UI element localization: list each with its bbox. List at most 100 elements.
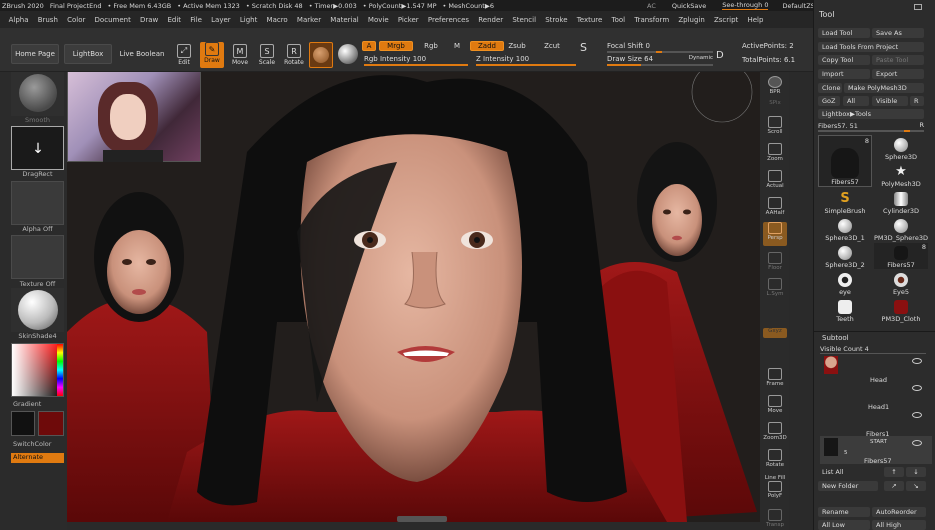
move-down-icon[interactable]: ↓ xyxy=(906,467,926,477)
goz-all-button[interactable]: All xyxy=(843,96,869,106)
material-slot[interactable] xyxy=(11,288,64,332)
see-through-slider[interactable]: See-through 0 xyxy=(722,1,769,10)
paste-tool-button[interactable]: Paste Tool xyxy=(872,55,924,65)
tool-sphere3d-2[interactable]: Sphere3D_2 xyxy=(818,243,872,269)
home-page-button[interactable]: Home Page xyxy=(11,44,59,64)
material-sphere-icon[interactable] xyxy=(338,44,358,64)
alternate-button[interactable]: Alternate xyxy=(11,453,64,463)
menu-marker[interactable]: Marker xyxy=(292,16,325,24)
all-low-button[interactable]: All Low xyxy=(818,520,870,530)
eye-visibility-icon[interactable] xyxy=(912,385,922,391)
subtool-row-fibers57-selected[interactable]: START 5 Fibers57 xyxy=(820,436,932,465)
menu-light[interactable]: Light xyxy=(235,16,262,24)
rotate-view-button[interactable]: Rotate xyxy=(763,449,787,473)
menu-macro[interactable]: Macro xyxy=(262,16,292,24)
lightbox-button[interactable]: LightBox xyxy=(64,44,112,64)
menu-brush[interactable]: Brush xyxy=(33,16,62,24)
floor-button[interactable]: Floor xyxy=(763,252,787,276)
gradient-label[interactable]: Gradient xyxy=(11,400,64,408)
tool-simplebrush[interactable]: S SimpleBrush xyxy=(818,189,872,216)
frame-button[interactable]: Frame xyxy=(763,368,787,392)
menu-document[interactable]: Document xyxy=(90,16,135,24)
secondary-color-swatch[interactable] xyxy=(38,411,64,436)
lightbox-tools-button[interactable]: Lightbox▶Tools xyxy=(818,109,924,119)
draw-size-slider[interactable]: Draw Size 64 Dynamic xyxy=(607,55,713,66)
menu-alpha[interactable]: Alpha xyxy=(4,16,33,24)
tool-teeth[interactable]: Teeth xyxy=(818,297,872,323)
zadd-button[interactable]: Zadd xyxy=(470,41,504,51)
tool-polymesh3d[interactable]: ★ PolyMesh3D xyxy=(874,162,928,189)
arrow-down-right-icon[interactable]: ↘ xyxy=(906,481,926,491)
a-button[interactable]: A xyxy=(362,41,376,51)
arrow-up-right-icon[interactable]: ↗ xyxy=(884,481,904,491)
menu-texture[interactable]: Texture xyxy=(572,16,607,24)
menu-material[interactable]: Material xyxy=(326,16,364,24)
menu-draw[interactable]: Draw xyxy=(135,16,162,24)
linefill-button[interactable]: Line Fill PolyF xyxy=(763,475,787,499)
aahalf-button[interactable]: AAHalf xyxy=(763,197,787,221)
goz-r-button[interactable]: R xyxy=(910,96,924,106)
menu-transform[interactable]: Transform xyxy=(630,16,674,24)
tool-fibers57[interactable]: 8 Fibers57 xyxy=(874,243,928,269)
tool-fibers57-thumb[interactable]: 8 Fibers57 xyxy=(818,135,872,187)
load-from-project-button[interactable]: Load Tools From Project xyxy=(818,42,924,52)
tool-eye[interactable]: eye xyxy=(818,270,872,296)
list-all-button[interactable]: List All xyxy=(818,467,870,477)
menu-picker[interactable]: Picker xyxy=(393,16,423,24)
rgb-intensity-slider[interactable]: Rgb Intensity 100 xyxy=(364,55,468,66)
brush-slot[interactable] xyxy=(11,72,64,116)
menu-render[interactable]: Render xyxy=(474,16,508,24)
live-boolean-button[interactable]: Live Boolean xyxy=(116,44,168,64)
move-view-button[interactable]: Move xyxy=(763,395,787,419)
eye-visibility-icon[interactable] xyxy=(912,412,922,418)
auto-reorder-button[interactable]: AutoReorder xyxy=(872,507,926,517)
zcut-button[interactable]: Zcut xyxy=(540,41,564,51)
move-mode-button[interactable]: M Move xyxy=(228,44,252,68)
actual-button[interactable]: Actual xyxy=(763,170,787,194)
scale-mode-button[interactable]: S Scale xyxy=(255,44,279,68)
save-as-button[interactable]: Save As xyxy=(872,28,924,38)
zoom-button[interactable]: Zoom xyxy=(763,143,787,167)
menu-layer[interactable]: Layer xyxy=(207,16,236,24)
menu-stroke[interactable]: Stroke xyxy=(541,16,573,24)
menu-file[interactable]: File xyxy=(186,16,207,24)
goz-button[interactable]: GoZ xyxy=(818,96,840,106)
transp-button[interactable]: Transp xyxy=(763,509,787,530)
color-picker[interactable] xyxy=(11,343,64,397)
tool-pm3d-cloth[interactable]: PM3D_Cloth xyxy=(874,297,928,323)
copy-tool-button[interactable]: Copy Tool xyxy=(818,55,870,65)
z-intensity-slider[interactable]: Z Intensity 100 xyxy=(476,55,576,66)
menu-edit[interactable]: Edit xyxy=(163,16,186,24)
edit-mode-button[interactable]: ⤢ Edit xyxy=(172,44,196,68)
reference-image[interactable] xyxy=(67,72,201,162)
menu-tool[interactable]: Tool xyxy=(607,16,630,24)
gxyz-button[interactable]: Gxyz xyxy=(763,328,787,338)
tool-cylinder3d[interactable]: Cylinder3D xyxy=(874,189,928,215)
make-polymesh-button[interactable]: Make PolyMesh3D xyxy=(844,83,924,93)
subtool-row-fibers1[interactable]: Fibers1 xyxy=(820,408,932,438)
canvas-viewport[interactable] xyxy=(67,72,760,522)
current-tool-r-button[interactable]: R xyxy=(919,121,924,129)
import-button[interactable]: Import xyxy=(818,69,870,79)
lsym-button[interactable]: L.Sym xyxy=(763,278,787,302)
menu-zplugin[interactable]: Zplugin xyxy=(674,16,710,24)
zsub-button[interactable]: Zsub xyxy=(505,41,529,51)
menu-color[interactable]: Color xyxy=(62,16,89,24)
stroke-slot[interactable]: ↓ xyxy=(11,126,64,170)
menu-movie[interactable]: Movie xyxy=(363,16,393,24)
persp-button[interactable]: Persp xyxy=(763,222,787,246)
move-up-icon[interactable]: ↑ xyxy=(884,467,904,477)
goz-visible-button[interactable]: Visible xyxy=(872,96,908,106)
viewport-scroll-handle[interactable] xyxy=(397,516,447,522)
subtool-header[interactable]: Subtool xyxy=(822,334,849,342)
brush-thumbnail[interactable] xyxy=(309,42,333,68)
current-tool-slider[interactable]: Fibers57. 51 R xyxy=(818,121,924,132)
texture-slot[interactable] xyxy=(11,235,64,279)
menu-stencil[interactable]: Stencil xyxy=(508,16,541,24)
bpr-button[interactable]: BPR xyxy=(763,76,787,100)
scroll-button[interactable]: Scroll xyxy=(763,116,787,140)
ac-label[interactable]: AC xyxy=(647,2,656,10)
eye-visibility-icon[interactable] xyxy=(912,358,922,364)
subtool-row-head[interactable]: Head xyxy=(820,354,932,384)
load-tool-button[interactable]: Load Tool xyxy=(818,28,870,38)
